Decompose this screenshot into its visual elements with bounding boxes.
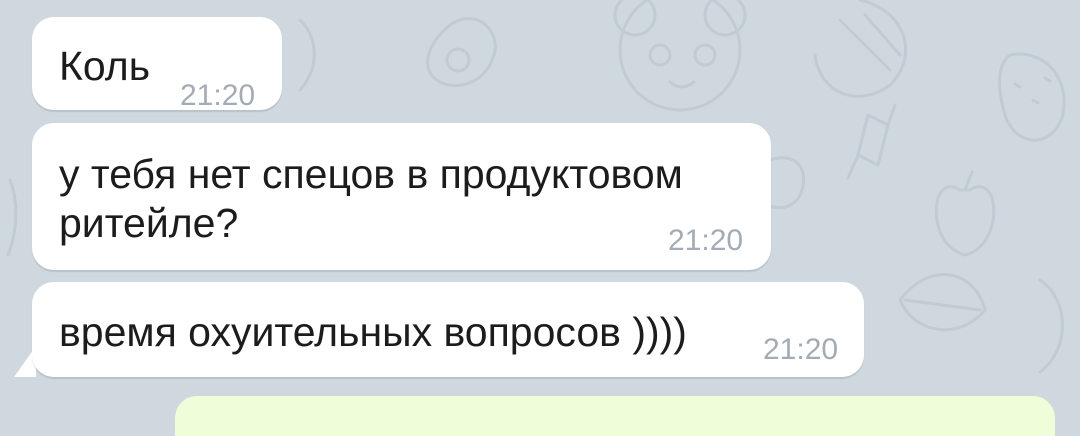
message-time: 21:20 — [180, 79, 256, 112]
message-text: Коль — [59, 43, 151, 89]
message-time: 21:20 — [763, 333, 839, 366]
leaf-icon — [898, 273, 987, 332]
message-bubble[interactable]: время охуительных вопросов )))) 21:20 — [32, 282, 864, 377]
apple-icon — [934, 170, 996, 257]
fruit-icon — [813, 0, 908, 98]
outgoing-message-bubble[interactable] — [175, 396, 1055, 436]
strawberry-icon — [998, 52, 1066, 142]
message-bubble[interactable]: Коль 21:20 — [32, 17, 282, 112]
message-text: у тебя нет спецов в продуктовом ритейле? — [59, 151, 683, 246]
panda-icon — [613, 0, 747, 112]
avocado-icon — [426, 17, 497, 88]
message-bubble[interactable]: у тебя нет спецов в продуктовом ритейле?… — [32, 123, 771, 270]
candy-icon — [846, 103, 897, 180]
message-text: время охуительных вопросов )))) — [59, 309, 687, 355]
message-time: 21:20 — [668, 224, 744, 257]
